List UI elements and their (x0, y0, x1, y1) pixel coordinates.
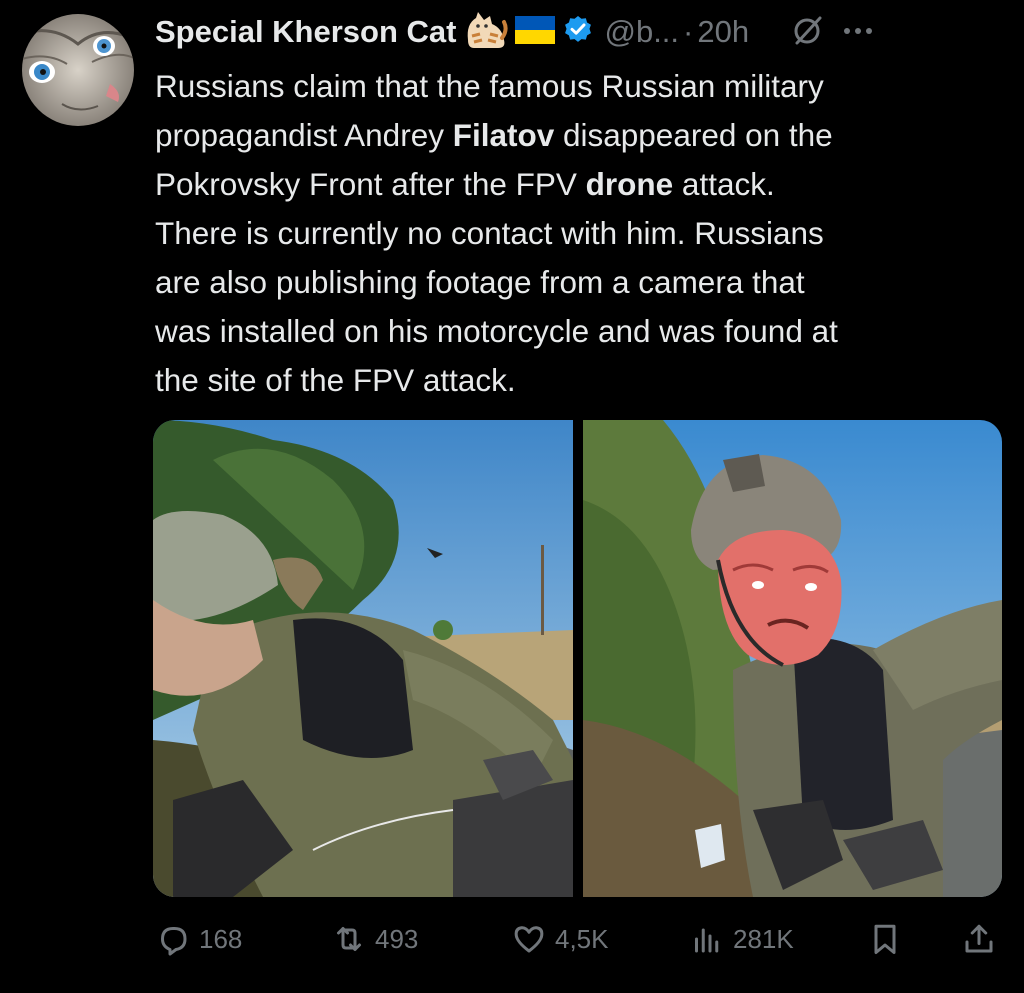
tweet-line: There is currently no contact with him. … (155, 215, 824, 251)
text-span: disappeared on the (554, 117, 833, 153)
more-dots-icon[interactable] (843, 23, 873, 41)
tweet-line: Russians claim that the famous Russian m… (155, 68, 824, 104)
tweet-line: the site of the FPV attack. (155, 362, 516, 398)
tweet-timestamp[interactable]: 20h (697, 14, 749, 50)
repost-count: 493 (375, 923, 419, 954)
wounded-soldier-selfie-photo[interactable] (583, 420, 1002, 897)
reply-icon (155, 921, 191, 957)
views-button[interactable]: 281K (689, 921, 794, 957)
bold-text-filatov: Filatov (452, 117, 555, 153)
ukraine-flag-icon (514, 14, 556, 51)
views-count: 281K (733, 923, 794, 954)
share-icon (961, 921, 997, 957)
verified-badge-icon (562, 14, 594, 51)
author-avatar[interactable] (22, 14, 134, 126)
tweet-header: Special Kherson Cat @b... · 20h (155, 8, 1005, 56)
soldier-on-motorcycle-photo[interactable] (153, 420, 573, 897)
tweet-line: Pokrovsky Front after the FPV drone atta… (155, 160, 1005, 209)
like-button[interactable]: 4,5K (511, 921, 609, 957)
bold-text-drone: drone (585, 166, 674, 202)
views-bar-chart-icon (689, 921, 725, 957)
bookmark-icon (867, 921, 903, 957)
separator-dot: · (683, 14, 694, 49)
cat-emoji-icon (462, 10, 509, 55)
grok-icon[interactable] (791, 13, 825, 52)
tweet-text: Russians claim that the famous Russian m… (155, 62, 1005, 405)
heart-icon (511, 921, 547, 957)
text-span: Pokrovsky Front after the FPV (155, 166, 586, 202)
author-handle[interactable]: @b... (604, 14, 679, 50)
tweet-line: are also publishing footage from a camer… (155, 264, 805, 300)
tweet-media (153, 420, 1002, 897)
share-button[interactable] (961, 921, 997, 957)
repost-button[interactable]: 493 (331, 921, 418, 957)
text-span: propagandist Andrey (155, 117, 453, 153)
like-count: 4,5K (555, 923, 609, 954)
tweet-line: was installed on his motorcycle and was … (155, 313, 838, 349)
tweet-line: propagandist Andrey Filatov disappeared … (155, 111, 1005, 160)
author-display-name[interactable]: Special Kherson Cat (155, 14, 456, 50)
reply-count: 168 (199, 923, 243, 954)
text-span: attack. (673, 166, 775, 202)
reply-button[interactable]: 168 (155, 921, 242, 957)
tweet-actions: 168 493 4,5K 281K (155, 918, 1000, 960)
repost-icon (331, 921, 367, 957)
bookmark-button[interactable] (867, 921, 903, 957)
